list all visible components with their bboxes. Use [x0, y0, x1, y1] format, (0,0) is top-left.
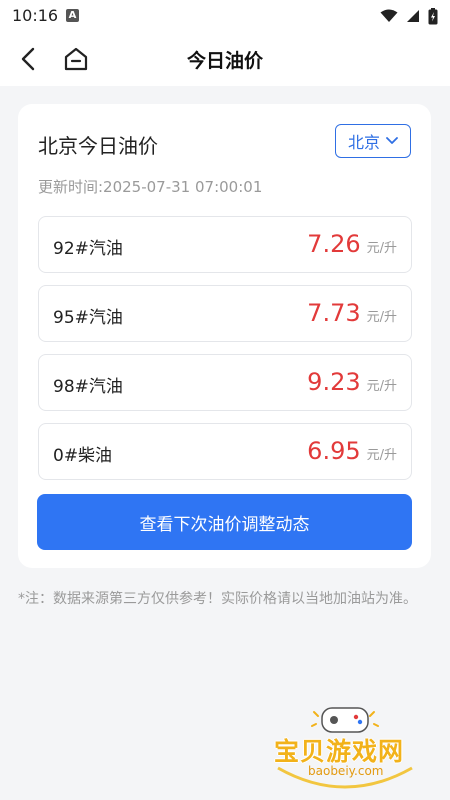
fuel-price: 7.26 — [307, 230, 361, 258]
oil-price-card: 北京今日油价 北京 更新时间:2025-07-31 07:00:01 92#汽油… — [18, 104, 431, 568]
fuel-unit: 元/升 — [366, 241, 397, 256]
city-select[interactable]: 北京 — [335, 124, 411, 158]
card-title: 北京今日油价 — [38, 134, 158, 158]
disclaimer-note: *注：数据来源第三方仅供参考！实际价格请以当地加油站为准。 — [18, 591, 417, 607]
price-row-95: 95#汽油 7.73 元/升 — [38, 285, 412, 342]
view-next-adjustment-button[interactable]: 查看下次油价调整动态 — [37, 494, 412, 550]
fuel-price: 7.73 — [307, 299, 361, 327]
fuel-unit: 元/升 — [366, 379, 397, 394]
page-title: 今日油价 — [186, 50, 263, 72]
fuel-price: 6.95 — [307, 437, 361, 465]
wifi-icon — [380, 9, 398, 22]
fuel-unit: 元/升 — [366, 448, 397, 463]
price-row-98: 98#汽油 9.23 元/升 — [38, 354, 412, 411]
fuel-name: 92#汽油 — [53, 239, 123, 259]
status-bar: 10:16 A — [0, 0, 450, 32]
price-list: 92#汽油 7.26 元/升 95#汽油 7.73 元/升 98#汽油 9.23… — [38, 216, 412, 492]
status-icons — [380, 6, 438, 26]
fuel-unit: 元/升 — [366, 310, 397, 325]
watermark-url: baobeiy.com — [308, 764, 384, 778]
price-row-diesel: 0#柴油 6.95 元/升 — [38, 423, 412, 480]
watermark-logo: 宝贝游戏网 baobeiy.com — [270, 706, 420, 794]
notification-app-icon: A — [66, 9, 79, 22]
watermark-title: 宝贝游戏网 — [274, 737, 405, 766]
chevron-down-icon — [386, 137, 398, 144]
fuel-name: 95#汽油 — [53, 308, 123, 328]
fuel-name: 98#汽油 — [53, 377, 123, 397]
signal-icon — [407, 10, 419, 22]
status-time: 10:16 — [12, 6, 59, 25]
fuel-price: 9.23 — [307, 368, 361, 396]
fuel-name: 0#柴油 — [53, 446, 113, 466]
price-row-92: 92#汽油 7.26 元/升 — [38, 216, 412, 273]
app-header: 今日油价 — [0, 32, 450, 86]
update-time: 更新时间:2025-07-31 07:00:01 — [38, 178, 263, 196]
city-select-value: 北京 — [347, 133, 380, 152]
battery-icon — [428, 7, 438, 24]
